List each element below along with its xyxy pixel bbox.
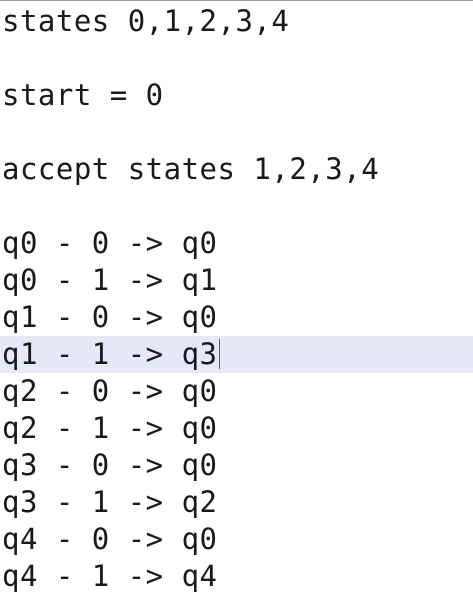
text-editor[interactable]: states 0,1,2,3,4 start = 0 accept states… xyxy=(0,0,473,608)
editor-line-15: q4 - 0 -> q0 xyxy=(2,522,218,556)
editor-line-13: q3 - 0 -> q0 xyxy=(2,448,218,482)
editor-line-10-current: q1 - 1 -> q3 xyxy=(0,336,473,373)
editor-line-14: q3 - 1 -> q2 xyxy=(2,485,218,519)
editor-line-5: accept states 1,2,3,4 xyxy=(2,152,380,186)
editor-line-1: states 0,1,2,3,4 xyxy=(2,4,290,38)
editor-line-16: q4 - 1 -> q4 xyxy=(2,559,218,593)
editor-line-2 xyxy=(0,40,473,77)
editor-line-12: q2 - 1 -> q0 xyxy=(2,411,218,445)
editor-line-11: q2 - 0 -> q0 xyxy=(2,374,218,408)
editor-line-7: q0 - 0 -> q0 xyxy=(2,226,218,260)
editor-line-3: start = 0 xyxy=(2,78,164,112)
current-line-text: q1 - 1 -> q3 xyxy=(2,337,218,371)
editor-line-6 xyxy=(0,188,473,225)
editor-line-4 xyxy=(0,114,473,151)
editor-line-8: q0 - 1 -> q1 xyxy=(2,263,218,297)
text-caret xyxy=(218,339,220,369)
editor-line-9: q1 - 0 -> q0 xyxy=(2,300,218,334)
